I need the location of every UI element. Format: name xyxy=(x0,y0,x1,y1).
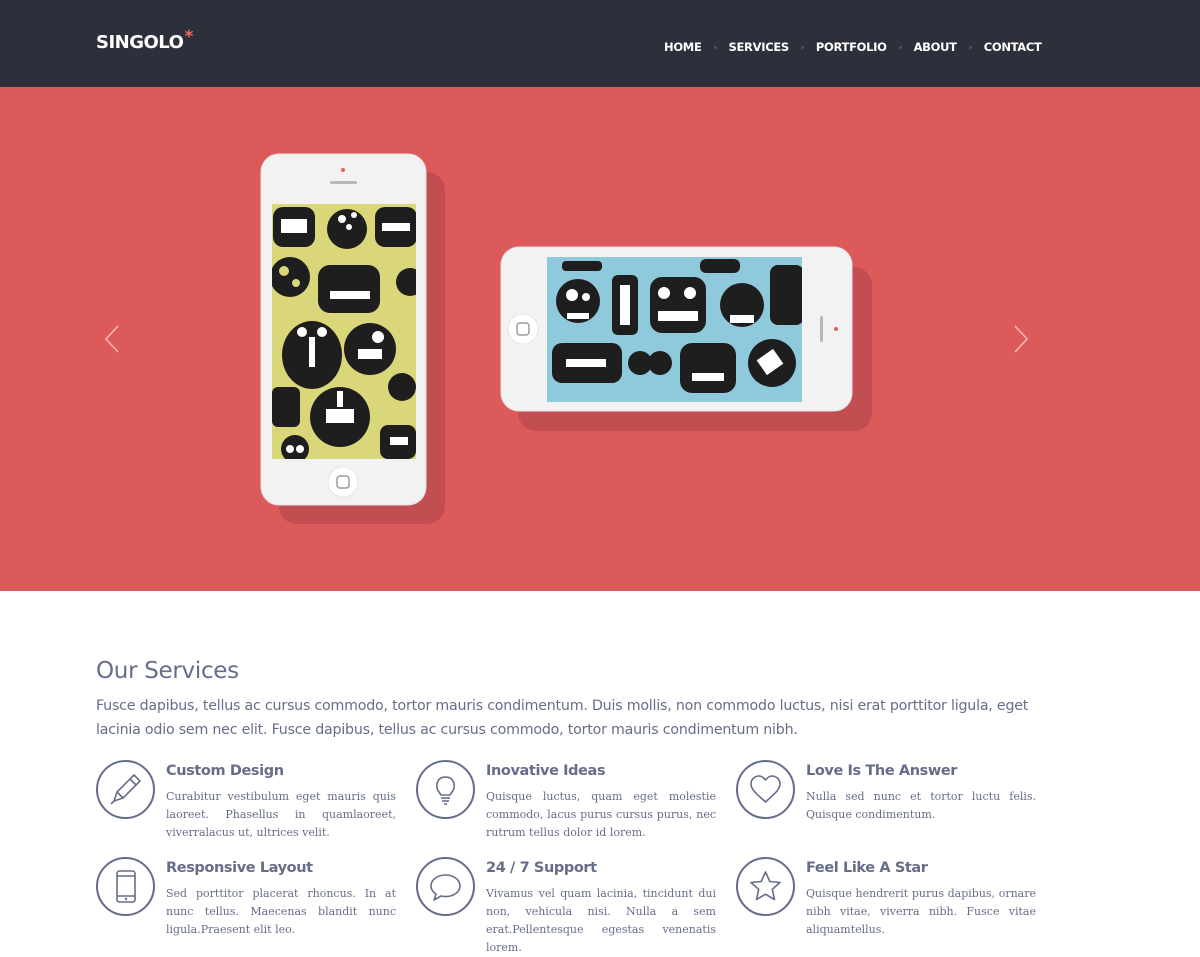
nav-separator xyxy=(800,45,804,49)
site-header: SINGOLO* HOME SERVICES PORTFOLIO ABOUT C… xyxy=(0,0,1200,87)
service-text: Vivamus vel quam lacinia, tincidunt dui … xyxy=(486,887,716,954)
service-text: Nulla sed nunc et tortor luctu felis. Qu… xyxy=(806,790,1036,821)
service-text: Quisque luctus, quam eget molestie commo… xyxy=(486,790,716,839)
services-description: Fusce dapibus, tellus ac cursus commodo,… xyxy=(96,698,1029,738)
nav-separator xyxy=(968,45,972,49)
service-title: Love Is The Answer xyxy=(806,763,958,779)
vertical-phone xyxy=(260,153,427,506)
horizontal-phone xyxy=(500,246,853,412)
nav-separator xyxy=(898,45,902,49)
service-title: Feel Like A Star xyxy=(806,860,928,876)
lightbulb-icon xyxy=(416,760,475,819)
chat-bubble-icon xyxy=(416,857,475,916)
service-responsive-layout: Responsive Layout Sed porttitor placerat… xyxy=(96,857,396,947)
heart-icon xyxy=(736,760,795,819)
hero-slider xyxy=(0,87,1200,591)
service-love-is-the-answer: Love Is The Answer Nulla sed nunc et tor… xyxy=(736,760,1036,850)
service-inovative-ideas: Inovative Ideas Quisque luctus, quam ege… xyxy=(416,760,716,850)
star-icon xyxy=(736,857,795,916)
nav-home[interactable]: HOME xyxy=(664,40,702,54)
services-title: Our Services xyxy=(96,658,239,684)
logo-text: SINGOLO xyxy=(96,32,184,53)
service-title: Responsive Layout xyxy=(166,860,313,876)
service-support: 24 / 7 Support Vivamus vel quam lacinia,… xyxy=(416,857,716,954)
pencil-icon xyxy=(96,760,155,819)
nav-services[interactable]: SERVICES xyxy=(729,40,790,54)
services-section: Our Services Fusce dapibus, tellus ac cu… xyxy=(96,658,1036,742)
nav-contact[interactable]: CONTACT xyxy=(984,40,1042,54)
slider-next-arrow[interactable] xyxy=(1005,324,1035,354)
logo[interactable]: SINGOLO* xyxy=(96,27,193,53)
service-text: Curabitur vestibulum eget mauris quis la… xyxy=(166,790,396,839)
slider-prev-arrow[interactable] xyxy=(98,324,128,354)
nav-about[interactable]: ABOUT xyxy=(914,40,957,54)
service-title: 24 / 7 Support xyxy=(486,860,597,876)
service-custom-design: Custom Design Curabitur vestibulum eget … xyxy=(96,760,396,850)
service-text: Quisque hendrerit purus dapibus, ornare … xyxy=(806,887,1036,936)
nav-separator xyxy=(713,45,717,49)
service-text: Sed porttitor placerat rhoncus. In at nu… xyxy=(166,887,396,936)
service-feel-like-a-star: Feel Like A Star Quisque hendrerit purus… xyxy=(736,857,1036,947)
smartphone-icon xyxy=(96,857,155,916)
service-title: Inovative Ideas xyxy=(486,763,606,779)
service-title: Custom Design xyxy=(166,763,284,779)
logo-star: * xyxy=(184,27,193,47)
main-nav: HOME SERVICES PORTFOLIO ABOUT CONTACT xyxy=(664,40,1042,54)
nav-portfolio[interactable]: PORTFOLIO xyxy=(816,40,887,54)
